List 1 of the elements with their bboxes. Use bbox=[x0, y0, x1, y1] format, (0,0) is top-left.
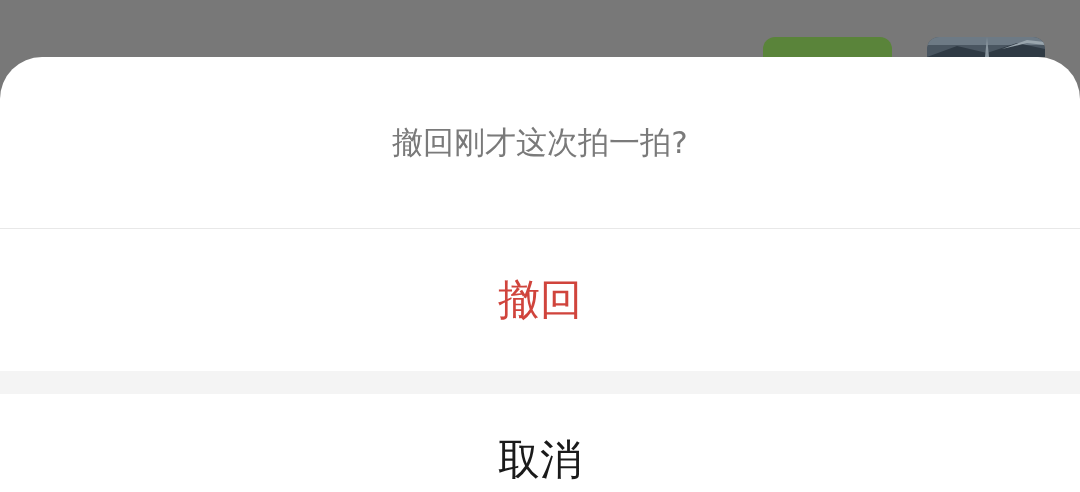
sheet-title: 撤回刚才这次拍一拍? bbox=[392, 122, 688, 162]
